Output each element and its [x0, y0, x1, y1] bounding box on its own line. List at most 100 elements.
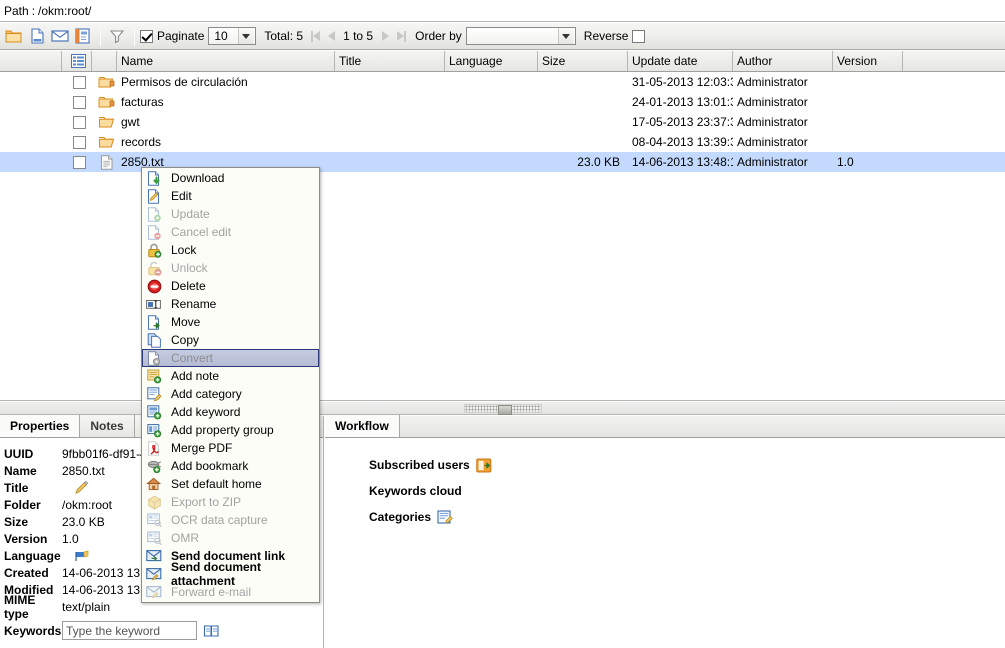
new-record-icon[interactable]	[72, 25, 94, 47]
header-spacer	[0, 51, 62, 71]
row-name: records	[121, 135, 162, 149]
lock-icon	[145, 242, 163, 258]
menu-item-label: Delete	[171, 279, 206, 293]
property-value: 1.0	[62, 531, 79, 546]
order-by-label: Order by	[415, 29, 462, 43]
subscribed-users-icon[interactable]	[475, 457, 492, 473]
menu-item-set-default-home[interactable]: Set default home	[142, 475, 319, 493]
tab-notes[interactable]: Notes	[80, 415, 135, 437]
convert-icon	[145, 350, 163, 366]
property-label: Title	[4, 480, 29, 495]
row-checkbox[interactable]	[62, 92, 92, 112]
menu-item-label: Export to ZIP	[171, 495, 242, 509]
menu-item-copy[interactable]: Copy	[142, 331, 319, 349]
path-bar: Path : /okm:root/	[0, 0, 1005, 22]
column-header-language[interactable]: Language	[445, 51, 538, 71]
row-checkbox[interactable]	[62, 152, 92, 172]
row-checkbox[interactable]	[62, 112, 92, 132]
pencil-icon[interactable]	[74, 480, 90, 495]
row-update-date: 31-05-2013 12:03:36	[632, 75, 733, 89]
row-language	[445, 112, 538, 132]
menu-item-download[interactable]: Download	[142, 169, 319, 187]
tab-workflow[interactable]: Workflow	[325, 415, 400, 437]
menu-item-merge-pdf[interactable]: Merge PDF	[142, 439, 319, 457]
select-all-icon[interactable]	[62, 51, 92, 71]
menu-item-delete[interactable]: Delete	[142, 277, 319, 295]
menu-item-update: Update	[142, 205, 319, 223]
table-row[interactable]: records 08-04-2013 13:39:35 Administrato…	[0, 132, 1005, 152]
dictionary-icon[interactable]	[203, 623, 220, 638]
menu-item-label: Unlock	[171, 261, 208, 275]
home-icon	[145, 476, 163, 492]
path-value: /okm:root/	[38, 3, 92, 18]
menu-item-add-category[interactable]: Add category	[142, 385, 319, 403]
new-folder-icon[interactable]	[3, 25, 25, 47]
menu-item-add-property-group[interactable]: Add property group	[142, 421, 319, 439]
row-version	[833, 132, 903, 152]
add-keyword-icon	[145, 404, 163, 420]
chevron-down-icon	[238, 28, 254, 44]
page-size-select[interactable]: 10	[208, 27, 257, 45]
menu-item-omr: OMR	[142, 529, 319, 547]
menu-item-add-bookmark[interactable]: Add bookmark	[142, 457, 319, 475]
column-header-title[interactable]: Title	[335, 51, 445, 71]
filter-icon[interactable]	[106, 25, 128, 47]
flag-icon[interactable]	[74, 549, 91, 563]
page-size-value: 10	[214, 29, 228, 43]
column-header-name[interactable]: Name	[117, 51, 335, 71]
tab-properties[interactable]: Properties	[0, 415, 81, 437]
column-header-author[interactable]: Author	[733, 51, 833, 71]
menu-item-rename[interactable]: Rename	[142, 295, 319, 313]
page-range-label: 1 to 5	[343, 29, 374, 43]
row-version	[833, 72, 903, 92]
new-mail-icon[interactable]	[49, 25, 71, 47]
first-page-button[interactable]	[307, 28, 323, 44]
keywords-row: Keywords	[4, 621, 323, 640]
ocr-icon	[145, 512, 163, 528]
path-separator: :	[31, 3, 36, 18]
copy-icon	[145, 332, 163, 348]
table-row[interactable]: facturas 24-01-2013 13:01:32 Administrat…	[0, 92, 1005, 112]
new-document-icon[interactable]	[26, 25, 48, 47]
table-row[interactable]: gwt 17-05-2013 23:37:35 Administrator	[0, 112, 1005, 132]
menu-item-lock[interactable]: Lock	[142, 241, 319, 259]
unlock-icon	[145, 260, 163, 276]
menu-item-convert[interactable]: Convert	[142, 349, 319, 367]
menu-item-edit[interactable]: Edit	[142, 187, 319, 205]
splitter-grip[interactable]	[463, 403, 542, 415]
row-size	[538, 112, 628, 132]
property-value: 2850.txt	[62, 463, 105, 478]
row-checkbox[interactable]	[62, 72, 92, 92]
reverse-checkbox[interactable]	[632, 29, 646, 43]
column-header-version[interactable]: Version	[833, 51, 903, 71]
row-checkbox[interactable]	[62, 132, 92, 152]
menu-item-label: Edit	[171, 189, 192, 203]
next-page-button[interactable]	[377, 28, 393, 44]
order-by-select[interactable]	[465, 27, 576, 45]
last-page-button[interactable]	[393, 28, 409, 44]
add-category-icon	[145, 386, 163, 402]
menu-item-label: Merge PDF	[171, 441, 233, 455]
menu-item-move[interactable]: Move	[142, 313, 319, 331]
column-header-size[interactable]: Size	[538, 51, 628, 71]
menu-item-add-keyword[interactable]: Add keyword	[142, 403, 319, 421]
row-name: Permisos de circulación	[121, 75, 248, 89]
property-label: Name	[4, 463, 37, 478]
prev-page-button[interactable]	[323, 28, 339, 44]
property-value: 9fbb01f6-df91-4	[62, 446, 147, 461]
workflow-item-label: Keywords cloud	[369, 484, 462, 498]
row-spacer	[0, 112, 62, 132]
row-author: Administrator	[737, 135, 808, 149]
menu-item-add-note[interactable]: Add note	[142, 367, 319, 385]
table-row[interactable]: Permisos de circulación 31-05-2013 12:03…	[0, 72, 1005, 92]
property-label: Folder	[4, 497, 41, 512]
paginate-checkbox[interactable]	[140, 29, 153, 43]
menu-item-send-document-attachment[interactable]: Send document attachment	[142, 560, 319, 588]
folder-secured-icon	[92, 92, 117, 112]
categories-icon[interactable]	[437, 509, 454, 525]
menu-item-label: OMR	[171, 531, 199, 545]
menu-item-label: OCR data capture	[171, 513, 268, 527]
column-header-update-date[interactable]: Update date	[628, 51, 733, 71]
keywords-input[interactable]	[62, 621, 197, 640]
row-size	[538, 92, 628, 112]
